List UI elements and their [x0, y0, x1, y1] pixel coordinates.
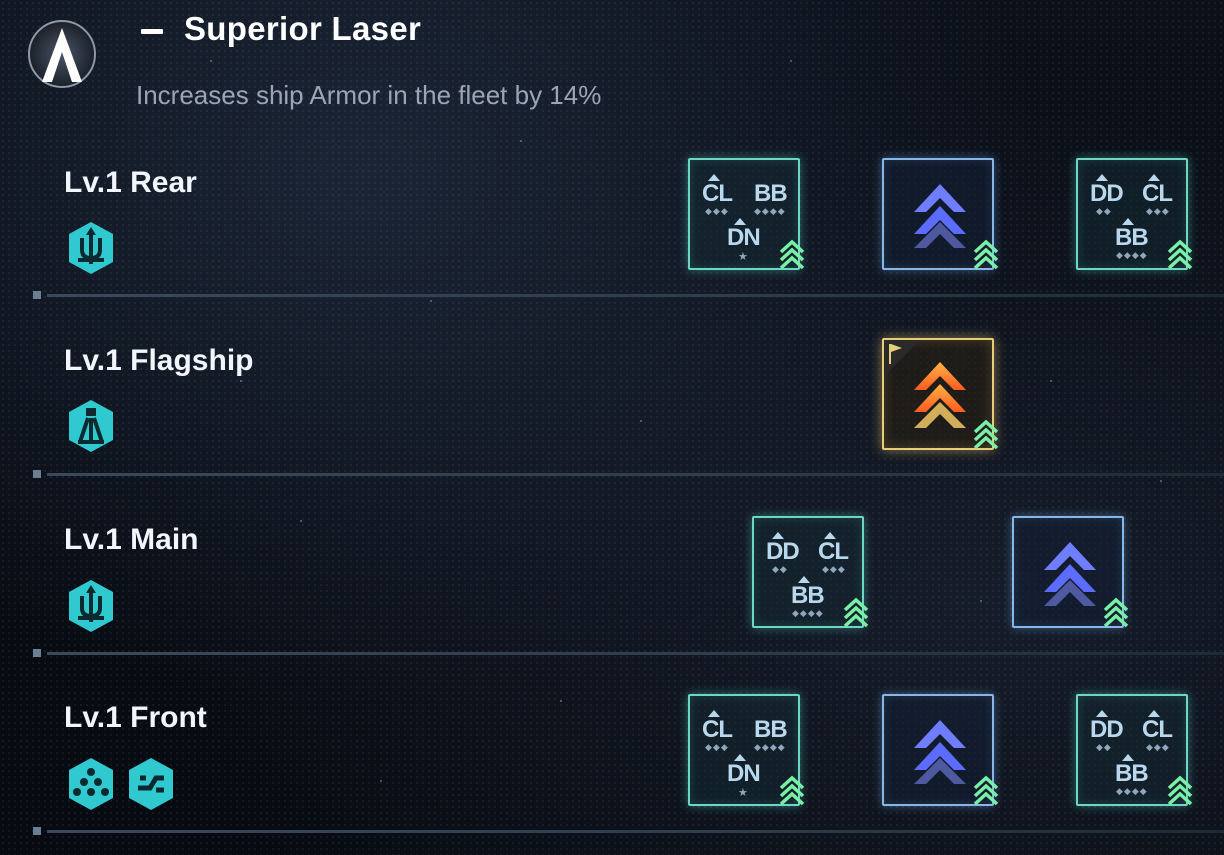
upgrade-chevron-icon — [1167, 239, 1193, 270]
ship-class-code: CL — [1142, 180, 1173, 207]
ship-class-slot[interactable]: DD ◆◆ CL ◆◆◆ BB ◆◆◆◆ — [1076, 694, 1193, 806]
row-main: Lv.1 Main DD ◆◆ CL ◆◆◆ BB ◆◆◆◆ — [0, 498, 1224, 676]
ship-class-code: DN — [727, 760, 761, 787]
trident-hex-icon — [69, 580, 113, 632]
ship-class-code: CL — [1142, 716, 1173, 743]
rank-chevron-icon — [1044, 542, 1096, 606]
trident-hex-icon — [69, 222, 113, 274]
class-pips: ◆◆◆ — [705, 206, 729, 216]
ship-class-code: CL — [702, 716, 733, 743]
class-pips: ◆◆◆◆ — [792, 608, 824, 618]
ship-class-code: DN — [727, 224, 761, 251]
class-pips: ◆◆◆◆ — [754, 742, 786, 752]
ship-class-code: CL — [818, 538, 849, 565]
rank-slot[interactable] — [1012, 516, 1129, 628]
row-label: Lv.1 Main — [64, 523, 199, 556]
skill-description: Increases ship Armor in the fleet by 14% — [136, 80, 602, 110]
row-front: Lv.1 Front CL ◆◆◆ BB ◆◆◆◆ DN ★ DD ◆◆ CL … — [0, 676, 1224, 854]
row-separator — [47, 473, 1224, 476]
upgrade-chevron-icon — [973, 419, 999, 450]
upgrade-chevron-icon — [843, 597, 869, 628]
ship-class-slot[interactable]: DD ◆◆ CL ◆◆◆ BB ◆◆◆◆ — [1076, 158, 1193, 270]
ship-class-code: DD — [766, 538, 800, 565]
rank-chevron-icon — [914, 720, 966, 784]
class-pips: ◆◆ — [1096, 206, 1112, 216]
class-pips: ◆◆◆ — [705, 742, 729, 752]
ship-class-code: CL — [702, 180, 733, 207]
class-pips: ◆◆◆◆ — [1116, 786, 1148, 796]
separator-dot — [33, 291, 41, 299]
split-hex-icon — [129, 758, 173, 810]
ship-class-code: DD — [1090, 180, 1124, 207]
upgrade-chevron-icon — [973, 239, 999, 270]
ship-class-code: BB — [754, 180, 788, 207]
class-pips: ◆◆◆ — [1146, 206, 1170, 216]
class-pips: ◆◆◆◆ — [754, 206, 786, 216]
rank-slot[interactable] — [882, 694, 999, 806]
separator-dot — [33, 470, 41, 478]
row-separator — [47, 830, 1224, 833]
rank-slot[interactable] — [882, 158, 999, 270]
class-star-icon: ★ — [738, 787, 748, 799]
upgrade-chevron-icon — [779, 239, 805, 270]
row-rear: Lv.1 Rear CL ◆◆◆ BB ◆◆◆◆ DN ★ DD ◆◆ CL ◆… — [0, 140, 1224, 318]
ship-class-code: BB — [791, 582, 825, 609]
collapse-dash-icon[interactable] — [141, 29, 163, 34]
position-badges — [66, 220, 116, 276]
row-flagship: Lv.1 Flagship — [0, 320, 1224, 498]
ship-class-code: BB — [754, 716, 788, 743]
ship-class-slot[interactable]: DD ◆◆ CL ◆◆◆ BB ◆◆◆◆ — [752, 516, 869, 628]
flagship-rank-slot[interactable] — [882, 338, 999, 450]
skill-title: Superior Laser — [184, 10, 422, 47]
ship-class-code: BB — [1115, 224, 1149, 251]
row-separator — [47, 652, 1224, 655]
class-pips: ◆◆ — [1096, 742, 1112, 752]
separator-dot — [33, 827, 41, 835]
delta-emblem-icon — [28, 20, 96, 88]
row-label: Lv.1 Front — [64, 701, 207, 734]
position-badges — [66, 756, 176, 812]
upgrade-chevron-icon — [779, 775, 805, 806]
ship-class-code: BB — [1115, 760, 1149, 787]
ship-class-slot[interactable]: CL ◆◆◆ BB ◆◆◆◆ DN ★ — [688, 694, 805, 806]
rank-chevron-icon — [914, 184, 966, 248]
row-label: Lv.1 Flagship — [64, 344, 254, 377]
cluster-hex-icon — [69, 758, 113, 810]
class-pips: ◆◆ — [772, 564, 788, 574]
separator-dot — [33, 649, 41, 657]
class-pips: ◆◆◆◆ — [1116, 250, 1148, 260]
row-separator — [47, 294, 1224, 297]
class-pips: ◆◆◆ — [1146, 742, 1170, 752]
upgrade-chevron-icon — [1103, 597, 1129, 628]
ship-class-code: DD — [1090, 716, 1124, 743]
row-label: Lv.1 Rear — [64, 166, 197, 199]
flagship-chevron-icon — [914, 362, 966, 428]
upgrade-chevron-icon — [1167, 775, 1193, 806]
class-star-icon: ★ — [738, 251, 748, 263]
position-badges — [66, 578, 116, 634]
position-badges — [66, 398, 116, 454]
tower-hex-icon — [69, 400, 113, 452]
upgrade-chevron-icon — [973, 775, 999, 806]
ship-class-slot[interactable]: CL ◆◆◆ BB ◆◆◆◆ DN ★ — [688, 158, 805, 270]
class-pips: ◆◆◆ — [822, 564, 846, 574]
